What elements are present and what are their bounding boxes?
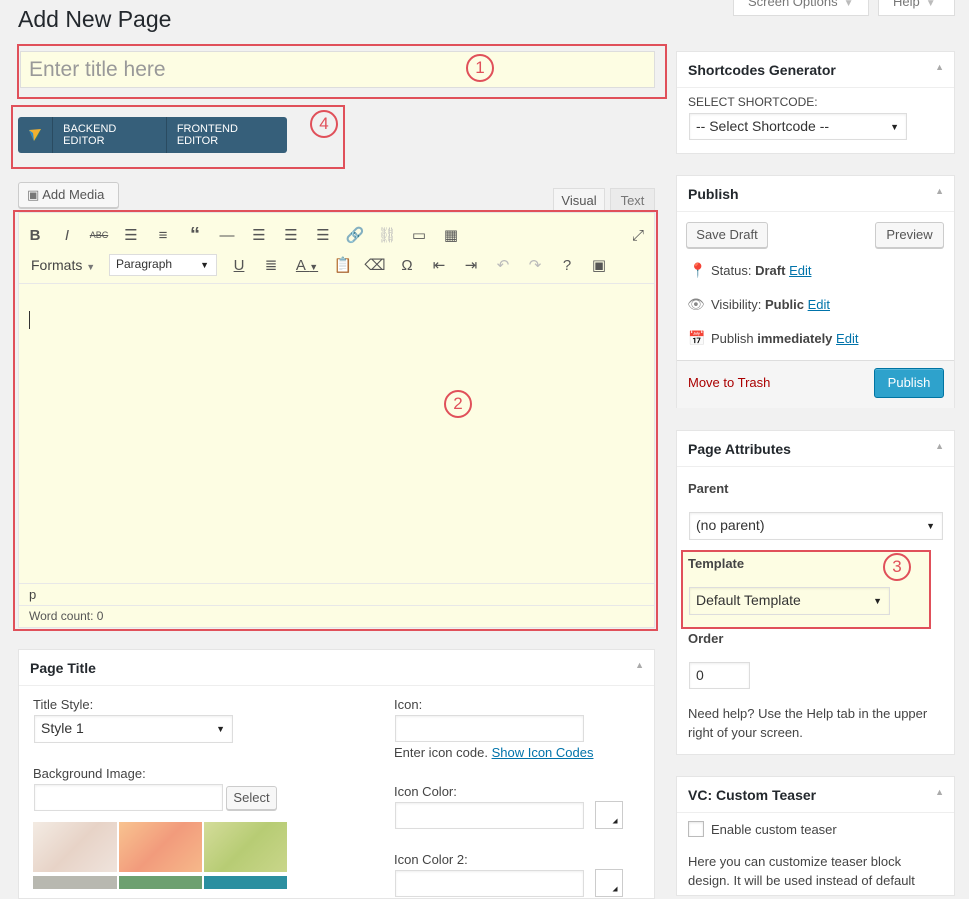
background-swatch[interactable] (119, 876, 202, 889)
shortcode-select[interactable]: -- Select Shortcode -- ▼ (689, 113, 907, 140)
icon-color-picker[interactable] (595, 801, 623, 829)
caret-down-icon: ▼ (890, 121, 899, 132)
edit-status-link[interactable]: Edit (789, 263, 811, 278)
annotation-box-1 (17, 44, 667, 99)
title-style-value: Style 1 (41, 720, 84, 736)
eye-icon: 👁 (687, 296, 705, 312)
save-draft-button[interactable]: Save Draft (686, 222, 768, 248)
screen-options-label: Screen Options (748, 0, 838, 9)
collapse-arrow-icon[interactable]: ▲ (935, 787, 944, 797)
edit-visibility-link[interactable]: Edit (808, 297, 830, 312)
publish-button[interactable]: Publish (874, 368, 944, 398)
caret-down-icon: ▼ (216, 724, 225, 734)
metabox-heading: Page Attributes (688, 441, 791, 457)
annotation-number-2: 2 (444, 390, 472, 418)
screen-options-button[interactable]: Screen Options ▼ (733, 0, 869, 16)
add-media-button[interactable]: ▣ Add Media (18, 182, 119, 208)
page-attributes-metabox-header[interactable]: Page Attributes ▲ (677, 431, 954, 467)
calendar-icon: 📅 (688, 330, 706, 346)
caret-down-icon: ▼ (926, 521, 935, 531)
icon-label: Icon: (394, 697, 423, 712)
visibility-row: Visibility: Public Edit (711, 297, 830, 312)
collapse-arrow-icon[interactable]: ▲ (635, 660, 644, 670)
caret-down-icon: ▼ (925, 0, 936, 9)
parent-value: (no parent) (696, 517, 765, 533)
page-attributes-help: Need help? Use the Help tab in the upper… (688, 706, 928, 740)
title-style-select[interactable]: Style 1 ▼ (34, 715, 233, 743)
page-title-metabox-header[interactable]: Page Title ▲ (19, 650, 654, 686)
help-label: Help (893, 0, 920, 9)
tab-visual[interactable]: Visual (553, 188, 605, 212)
background-swatch[interactable] (33, 822, 117, 872)
vc-teaser-description: Here you can customize teaser block desi… (688, 854, 915, 888)
publish-metabox-header[interactable]: Publish ▲ (677, 176, 954, 212)
icon-color-2-label: Icon Color 2: (394, 852, 468, 867)
collapse-arrow-icon[interactable]: ▲ (935, 62, 944, 72)
add-media-icon: ▣ (27, 187, 40, 202)
icon-color-2-picker[interactable] (595, 869, 623, 897)
metabox-heading: Publish (688, 186, 739, 202)
status-label: Status: (711, 263, 752, 278)
collapse-arrow-icon[interactable]: ▲ (935, 186, 944, 196)
icon-color-input[interactable] (395, 802, 584, 829)
visual-composer-logo-icon (18, 117, 52, 153)
order-label: Order (688, 631, 724, 646)
help-button[interactable]: Help ▼ (878, 0, 955, 16)
icon-help: Enter icon code. Show Icon Codes (394, 745, 593, 760)
enable-custom-teaser-label: Enable custom teaser (711, 822, 837, 837)
select-image-button[interactable]: Select (226, 786, 277, 810)
parent-select[interactable]: (no parent) ▼ (689, 512, 943, 540)
annotation-number-3: 3 (883, 553, 911, 581)
visibility-label: Visibility: (711, 297, 762, 312)
publish-date-label: Publish (711, 331, 754, 346)
shortcode-select-value: -- Select Shortcode -- (696, 118, 830, 134)
background-swatch[interactable] (204, 822, 287, 872)
backend-editor-button[interactable]: BACKEND EDITOR (52, 117, 166, 153)
status-row: Status: Draft Edit (711, 263, 811, 278)
add-media-label: Add Media (42, 187, 105, 202)
icon-color-2-input[interactable] (395, 870, 584, 897)
order-input[interactable]: 0 (689, 662, 750, 689)
visibility-value: Public (764, 297, 804, 312)
vc-teaser-metabox-header[interactable]: VC: Custom Teaser ▲ (677, 777, 954, 813)
select-shortcode-label: SELECT SHORTCODE: (688, 95, 818, 109)
background-swatch[interactable] (204, 876, 287, 889)
metabox-heading: Page Title (30, 660, 96, 676)
tab-text[interactable]: Text (610, 188, 655, 212)
page-title: Add New Page (18, 6, 172, 32)
metabox-heading: Shortcodes Generator (688, 62, 836, 78)
caret-down-icon: ▼ (843, 0, 854, 9)
background-image-input[interactable] (34, 784, 223, 811)
background-image-label: Background Image: (33, 766, 146, 781)
annotation-box-2 (13, 210, 658, 631)
title-style-label: Title Style: (33, 697, 94, 712)
background-swatch[interactable] (33, 876, 117, 889)
edit-publish-date-link[interactable]: Edit (836, 331, 858, 346)
icon-help-text: Enter icon code. (394, 745, 488, 760)
publish-date-row: Publish immediately Edit (711, 331, 858, 346)
icon-color-label: Icon Color: (394, 784, 457, 799)
move-to-trash-link[interactable]: Move to Trash (688, 375, 770, 390)
parent-label: Parent (688, 481, 729, 496)
shortcodes-metabox-header[interactable]: Shortcodes Generator ▲ (677, 52, 954, 88)
show-icon-codes-link[interactable]: Show Icon Codes (492, 745, 594, 760)
enable-custom-teaser-checkbox[interactable] (688, 821, 704, 837)
annotation-number-4: 4 (310, 110, 338, 138)
annotation-number-1: 1 (466, 54, 494, 82)
background-swatch[interactable] (119, 822, 202, 872)
pin-icon: 📍 (689, 262, 707, 278)
preview-button[interactable]: Preview (875, 222, 944, 248)
publish-date-value: immediately (757, 331, 833, 346)
visual-composer-bar: BACKEND EDITOR FRONTEND EDITOR (18, 117, 287, 153)
icon-input[interactable] (395, 715, 584, 742)
collapse-arrow-icon[interactable]: ▲ (935, 441, 944, 451)
frontend-editor-button[interactable]: FRONTEND EDITOR (165, 117, 287, 153)
metabox-heading: VC: Custom Teaser (688, 787, 817, 803)
status-value: Draft (755, 263, 786, 278)
